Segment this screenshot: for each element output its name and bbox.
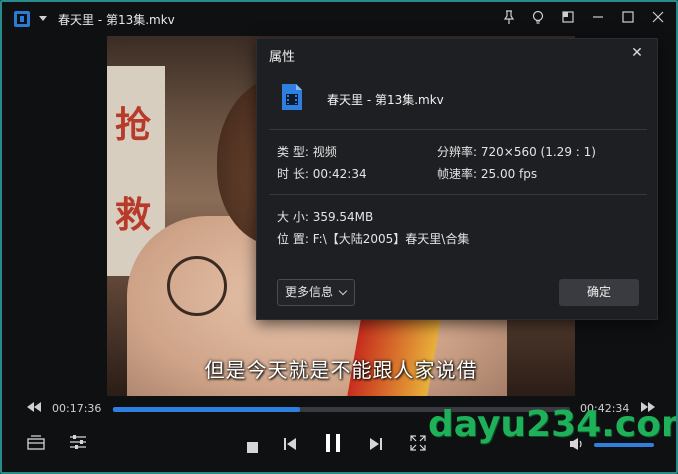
pause-icon[interactable] bbox=[323, 433, 343, 455]
size-label: 大 小: bbox=[277, 210, 309, 224]
divider bbox=[269, 194, 647, 195]
duration-value: 00:42:34 bbox=[312, 167, 367, 181]
lightbulb-icon[interactable] bbox=[529, 10, 547, 28]
chevron-down-icon bbox=[338, 286, 348, 296]
playlist-icon[interactable] bbox=[26, 434, 46, 454]
pin-icon[interactable] bbox=[500, 10, 518, 28]
title-bar: 春天里 - 第13集.mkv bbox=[2, 2, 676, 36]
mini-mode-icon[interactable] bbox=[559, 10, 577, 28]
stop-icon[interactable] bbox=[246, 438, 258, 453]
player-window: 春天里 - 第13集.mkv 抢 救 但是今天就是不能跟人家说借 属性 ✕ 春天… bbox=[0, 0, 678, 474]
watermark-text: dayu234.com bbox=[428, 404, 678, 445]
file-name: 春天里 - 第13集.mkv bbox=[327, 93, 444, 107]
fullscreen-icon[interactable] bbox=[409, 435, 427, 453]
divider bbox=[269, 129, 647, 130]
maximize-icon[interactable] bbox=[619, 10, 637, 28]
menu-caret-icon[interactable] bbox=[39, 16, 47, 21]
more-info-label: 更多信息 bbox=[285, 285, 334, 299]
framerate-label: 帧速率: bbox=[437, 167, 478, 181]
previous-icon[interactable] bbox=[282, 436, 298, 452]
minimize-icon[interactable] bbox=[589, 10, 607, 28]
video-file-icon bbox=[281, 83, 303, 111]
rewind-icon[interactable] bbox=[26, 402, 42, 416]
sign-char: 救 bbox=[115, 194, 152, 236]
next-icon[interactable] bbox=[368, 436, 384, 452]
progress-fill bbox=[113, 407, 301, 412]
window-title: 春天里 - 第13集.mkv bbox=[58, 13, 175, 27]
subtitle-text: 但是今天就是不能跟人家说借 bbox=[204, 358, 478, 382]
framerate-row: 帧速率: 25.00 fps bbox=[437, 165, 537, 182]
shirt-emblem bbox=[167, 256, 227, 316]
framerate-value: 25.00 fps bbox=[480, 167, 538, 181]
size-value: 359.54MB bbox=[312, 210, 374, 224]
location-value[interactable]: F:\【大陆2005】春天里\合集 bbox=[313, 232, 470, 246]
ok-button[interactable]: 确定 bbox=[559, 279, 639, 306]
app-logo-icon[interactable] bbox=[14, 11, 30, 27]
duration-row: 时 长: 00:42:34 bbox=[277, 165, 367, 182]
resolution-row: 分辨率: 720×560 (1.29 : 1) bbox=[437, 143, 596, 160]
settings-sliders-icon[interactable] bbox=[68, 434, 88, 454]
resolution-value: 720×560 (1.29 : 1) bbox=[480, 145, 596, 159]
current-time: 00:17:36 bbox=[52, 402, 102, 415]
sign-char: 抢 bbox=[115, 104, 152, 146]
dialog-close-icon[interactable]: ✕ bbox=[627, 43, 647, 63]
more-info-dropdown[interactable]: 更多信息 bbox=[277, 279, 355, 306]
dialog-title: 属性 bbox=[269, 50, 296, 65]
size-row: 大 小: 359.54MB bbox=[277, 208, 373, 225]
properties-dialog: 属性 ✕ 春天里 - 第13集.mkv 类 型: 视频 分辨率: 720×560… bbox=[256, 38, 658, 320]
location-row: 位 置: F:\【大陆2005】春天里\合集 bbox=[277, 230, 469, 247]
location-label: 位 置: bbox=[277, 232, 309, 246]
type-value: 视频 bbox=[312, 145, 337, 159]
type-row: 类 型: 视频 bbox=[277, 143, 337, 160]
resolution-label: 分辨率: bbox=[437, 145, 478, 159]
close-icon[interactable] bbox=[649, 10, 667, 28]
type-label: 类 型: bbox=[277, 145, 309, 159]
duration-label: 时 长: bbox=[277, 167, 309, 181]
